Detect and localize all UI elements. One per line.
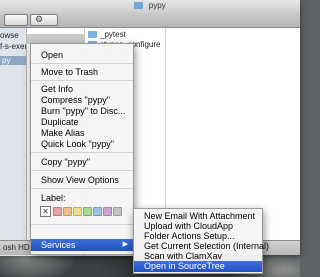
services-submenu: New Email With Attachment Upload with Cl… [133, 208, 269, 274]
gear-icon: ⚙ [35, 14, 44, 24]
menu-item-quick-look[interactable]: Quick Look "pypy" [31, 139, 133, 150]
sidebar-item[interactable]: f-s-exercice [0, 42, 26, 51]
menu-separator [31, 224, 133, 225]
menu-item-label-heading: Label: [41, 193, 66, 203]
path-crumb-disk[interactable]: osh HD [3, 243, 30, 252]
menu-separator [31, 170, 133, 171]
sidebar-item[interactable]: py [2, 56, 10, 65]
sidebar: owse f-s-exercice py [0, 28, 27, 256]
label-color-purple[interactable] [103, 207, 112, 216]
list-item[interactable]: _pytest [85, 30, 126, 40]
menu-separator [31, 80, 133, 81]
label-color-blue[interactable] [93, 207, 102, 216]
menu-item-make-alias[interactable]: Make Alias [31, 128, 133, 139]
menu-separator [31, 63, 133, 64]
label-color-red[interactable] [53, 207, 62, 216]
toolbar: ⚙ [0, 12, 300, 28]
window-titlebar[interactable]: pypy [0, 0, 300, 12]
menu-item-duplicate[interactable]: Duplicate [31, 117, 133, 128]
menu-item-open[interactable]: Open [31, 50, 133, 61]
menu-separator [31, 188, 133, 189]
service-open-in-sourcetree[interactable]: Open in SourceTree [134, 261, 262, 272]
menu-item-get-info[interactable]: Get Info [31, 84, 133, 95]
menu-item-burn[interactable]: Burn "pypy" to Disc... [31, 106, 133, 117]
action-gear-button[interactable]: ⚙ [30, 14, 58, 26]
submenu-arrow-icon: ▶ [122, 241, 128, 248]
label-clear-icon[interactable]: ✕ [40, 206, 51, 217]
menu-item-show-view-options[interactable]: Show View Options [31, 175, 133, 186]
view-mode-button[interactable] [4, 14, 28, 26]
label-color-green[interactable] [83, 207, 92, 216]
menu-item-compress[interactable]: Compress "pypy" [31, 95, 133, 106]
menu-item-services[interactable]: Services ▶ [31, 239, 133, 251]
menu-item-copy[interactable]: Copy "pypy" [31, 157, 133, 168]
menu-separator [31, 152, 133, 153]
window-title: pypy [148, 1, 166, 10]
label-color-gray[interactable] [113, 207, 122, 216]
label-color-orange[interactable] [63, 207, 72, 216]
context-menu: Open Move to Trash Get Info Compress "py… [30, 43, 134, 255]
label-color-yellow[interactable] [73, 207, 82, 216]
folder-icon [134, 2, 144, 10]
folder-icon [88, 31, 97, 39]
sidebar-item[interactable]: owse [0, 31, 19, 40]
menu-item-move-to-trash[interactable]: Move to Trash [31, 67, 133, 78]
